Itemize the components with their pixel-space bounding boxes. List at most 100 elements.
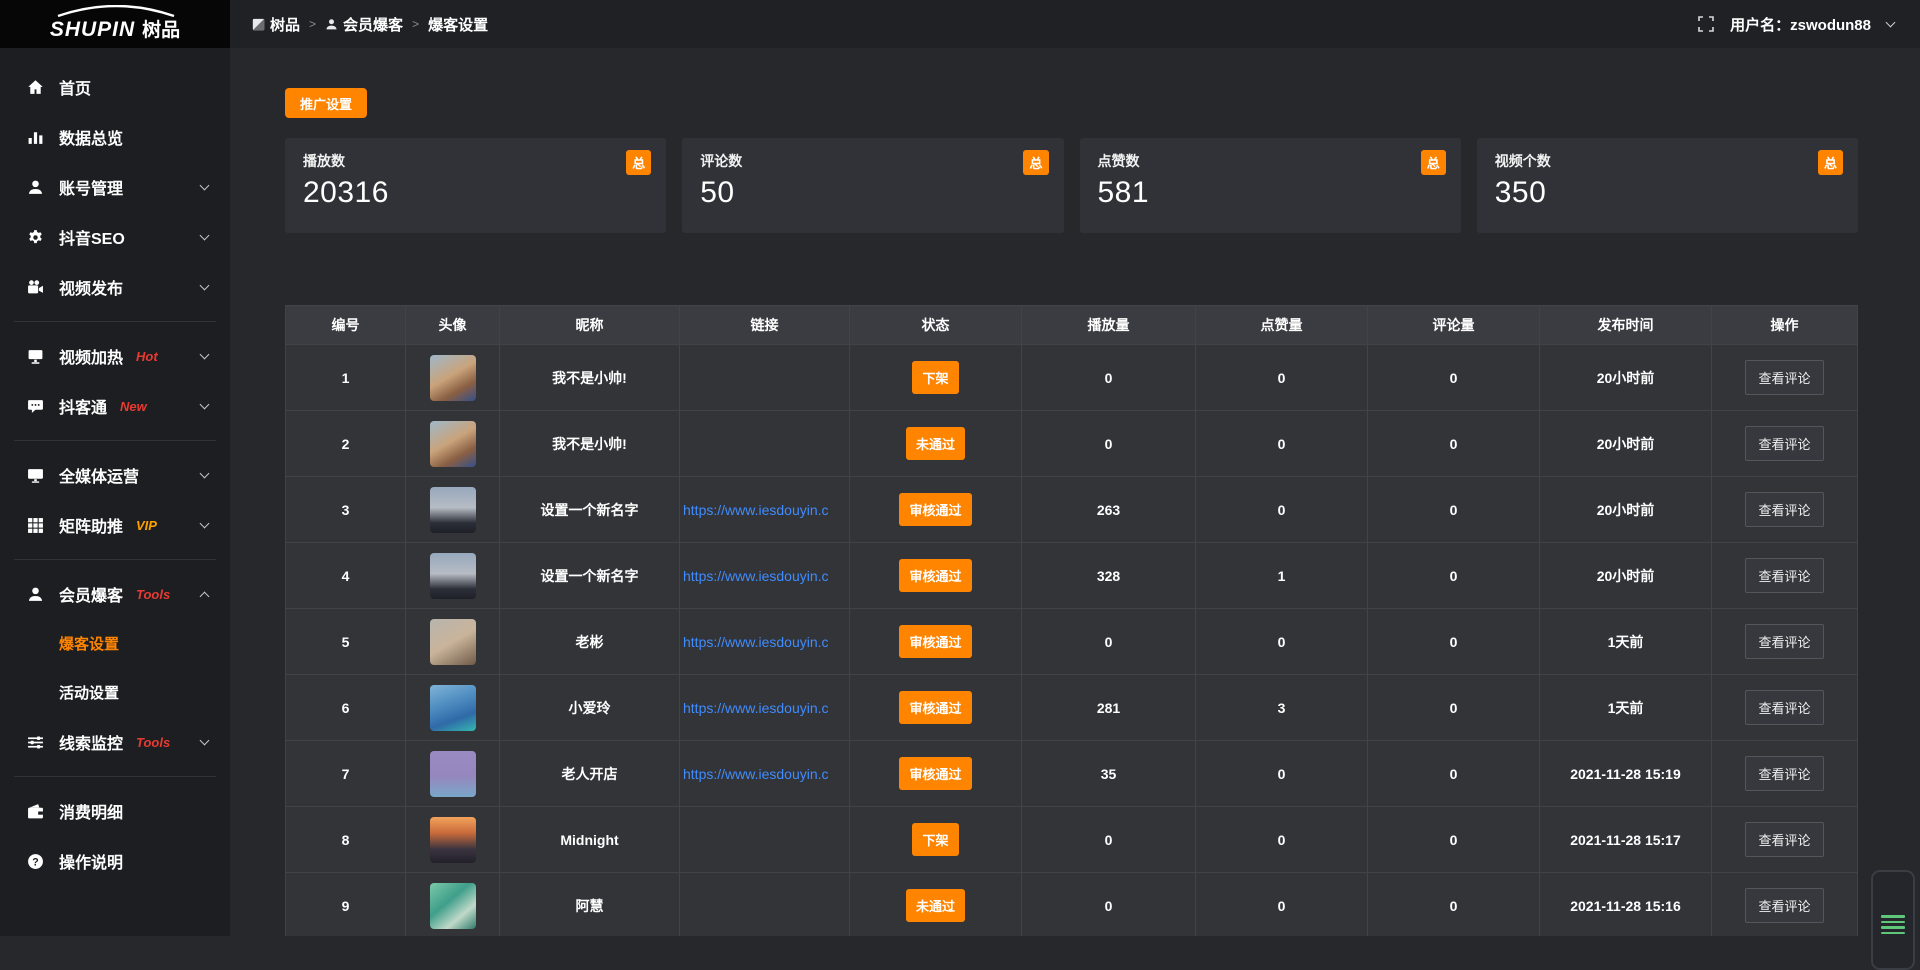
sidebar-item-video-heating[interactable]: 视频加热 Hot <box>0 331 230 381</box>
video-link[interactable]: https://www.iesdouyin.c <box>683 634 829 650</box>
link-cell <box>680 807 850 872</box>
status-button[interactable]: 审核通过 <box>899 757 971 790</box>
plays-cell: 328 <box>1022 543 1196 608</box>
plays-cell: 0 <box>1022 609 1196 674</box>
likes-cell: 1 <box>1196 543 1368 608</box>
status-button[interactable]: 审核通过 <box>899 559 971 592</box>
sidebar-item-data-overview[interactable]: 数据总览 <box>0 112 230 162</box>
sidebar-item-video-publish[interactable]: 视频发布 <box>0 262 230 312</box>
sidebar-item-douyin-seo[interactable]: 抖音SEO <box>0 212 230 262</box>
sliders-icon <box>26 734 44 751</box>
username[interactable]: 用户名：zswodun88 <box>1730 14 1871 35</box>
tools-badge: Tools <box>136 735 170 750</box>
sidebar-item-instructions[interactable]: ? 操作说明 <box>0 836 230 886</box>
comments-cell: 0 <box>1368 807 1540 872</box>
avatar <box>430 487 476 533</box>
plays-cell: 0 <box>1022 345 1196 410</box>
table-row: 6小爱玲https://www.iesdouyin.c审核通过281301天前查… <box>286 674 1857 740</box>
column-header: 链接 <box>680 306 850 344</box>
sidebar-item-account-management[interactable]: 账号管理 <box>0 162 230 212</box>
column-header: 点赞量 <box>1196 306 1368 344</box>
nickname-cell: 我不是小帅! <box>500 411 680 476</box>
sidebar-item-member-baoke[interactable]: 会员爆客 Tools <box>0 569 230 619</box>
stats-cards: 播放数 20316 总 评论数 50 总 点赞数 581 总 视频个数 350 … <box>285 138 1858 233</box>
chevron-down-icon[interactable] <box>1886 18 1896 28</box>
view-comments-button[interactable]: 查看评论 <box>1745 624 1823 659</box>
publish-time-cell: 20小时前 <box>1540 477 1712 542</box>
likes-cell: 0 <box>1196 609 1368 674</box>
new-badge: New <box>120 399 147 414</box>
floating-widget[interactable] <box>1871 870 1915 970</box>
sidebar-item-doketong[interactable]: 抖客通 New <box>0 381 230 431</box>
column-header: 状态 <box>850 306 1022 344</box>
avatar-cell <box>406 741 500 806</box>
video-link[interactable]: https://www.iesdouyin.c <box>683 766 829 782</box>
stat-card-videos: 视频个数 350 总 <box>1477 138 1858 233</box>
column-header: 头像 <box>406 306 500 344</box>
sidebar-item-omni-media[interactable]: 全媒体运营 <box>0 450 230 500</box>
chevron-down-icon <box>200 350 210 360</box>
stat-label: 播放数 <box>303 151 648 171</box>
video-camera-icon <box>26 279 44 296</box>
view-comments-button[interactable]: 查看评论 <box>1745 690 1823 725</box>
stat-value: 20316 <box>303 176 648 210</box>
plays-cell: 0 <box>1022 411 1196 476</box>
view-comments-button[interactable]: 查看评论 <box>1745 426 1823 461</box>
fullscreen-icon[interactable] <box>1698 16 1714 32</box>
table-row: 4设置一个新名字https://www.iesdouyin.c审核通过32810… <box>286 542 1857 608</box>
avatar-cell <box>406 477 500 542</box>
monitor-icon <box>26 467 44 484</box>
link-cell <box>680 873 850 936</box>
sidebar-item-consumption-details[interactable]: 消费明细 <box>0 786 230 836</box>
promotion-settings-button[interactable]: 推广设置 <box>285 88 367 118</box>
sidebar-item-home[interactable]: 首页 <box>0 62 230 112</box>
action-cell: 查看评论 <box>1712 675 1857 740</box>
view-comments-button[interactable]: 查看评论 <box>1745 888 1823 923</box>
breadcrumb-item-home[interactable]: 树品 <box>252 14 300 35</box>
view-comments-button[interactable]: 查看评论 <box>1745 492 1823 527</box>
link-cell: https://www.iesdouyin.c <box>680 609 850 674</box>
publish-time-cell: 2021-11-28 15:19 <box>1540 741 1712 806</box>
status-button[interactable]: 未通过 <box>906 427 965 460</box>
sidebar-divider <box>14 321 216 322</box>
sidebar-subitem-activity-settings[interactable]: 活动设置 <box>0 668 230 717</box>
nickname-cell: 小爱玲 <box>500 675 680 740</box>
status-cell: 审核通过 <box>850 675 1022 740</box>
link-cell <box>680 345 850 410</box>
publish-time-cell: 2021-11-28 15:16 <box>1540 873 1712 936</box>
avatar-cell <box>406 345 500 410</box>
chevron-down-icon <box>200 281 210 291</box>
view-comments-button[interactable]: 查看评论 <box>1745 756 1823 791</box>
sidebar-item-matrix-boost[interactable]: 矩阵助推 VIP <box>0 500 230 550</box>
likes-cell: 0 <box>1196 807 1368 872</box>
avatar <box>430 751 476 797</box>
status-button[interactable]: 审核通过 <box>899 691 971 724</box>
sidebar-subitem-baoke-settings[interactable]: 爆客设置 <box>0 619 230 668</box>
status-button[interactable]: 未通过 <box>906 889 965 922</box>
view-comments-button[interactable]: 查看评论 <box>1745 558 1823 593</box>
breadcrumb-item-current: 爆客设置 <box>428 14 488 35</box>
video-link[interactable]: https://www.iesdouyin.c <box>683 568 829 584</box>
status-button[interactable]: 审核通过 <box>899 625 971 658</box>
status-button[interactable]: 下架 <box>912 361 958 394</box>
view-comments-button[interactable]: 查看评论 <box>1745 822 1823 857</box>
sidebar-item-lead-monitor[interactable]: 线索监控 Tools <box>0 717 230 767</box>
publish-time-cell: 20小时前 <box>1540 411 1712 476</box>
row-number-cell: 7 <box>286 741 406 806</box>
plays-cell: 35 <box>1022 741 1196 806</box>
logo-text-en: SHUPIN <box>50 18 135 42</box>
status-button[interactable]: 审核通过 <box>899 493 971 526</box>
status-button[interactable]: 下架 <box>912 823 958 856</box>
video-link[interactable]: https://www.iesdouyin.c <box>683 502 829 518</box>
video-link[interactable]: https://www.iesdouyin.c <box>683 700 829 716</box>
dashboard-icon <box>252 18 265 31</box>
view-comments-button[interactable]: 查看评论 <box>1745 360 1823 395</box>
logo[interactable]: SHUPIN 树品 <box>0 0 230 48</box>
chevron-up-icon <box>200 592 210 602</box>
breadcrumb-item-member[interactable]: 会员爆客 <box>325 14 403 35</box>
total-badge: 总 <box>1818 150 1843 175</box>
avatar <box>430 883 476 929</box>
user-icon <box>26 179 44 196</box>
row-number-cell: 1 <box>286 345 406 410</box>
table-row: 2我不是小帅!未通过00020小时前查看评论 <box>286 410 1857 476</box>
